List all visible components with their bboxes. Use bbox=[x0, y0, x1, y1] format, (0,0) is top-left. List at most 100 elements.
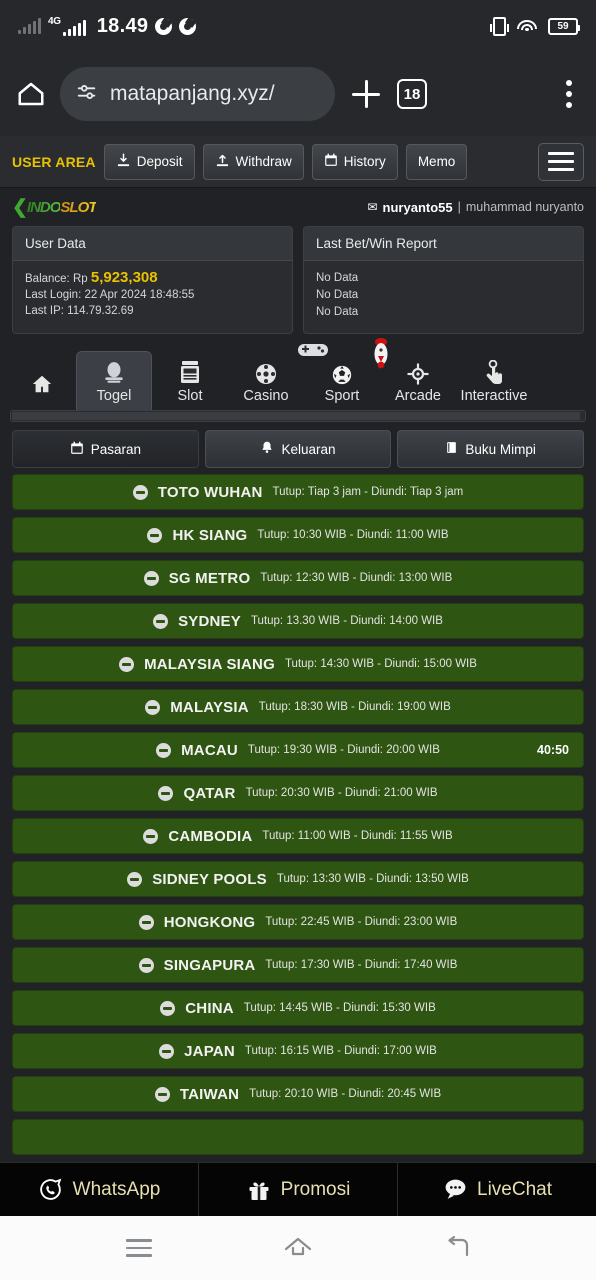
market-schedule: Tutup: 22:45 WIB - Diundi: 23:00 WIB bbox=[265, 916, 458, 928]
togel-icon bbox=[101, 358, 127, 386]
tab-sport[interactable]: Sport bbox=[298, 337, 388, 411]
market-row[interactable]: SYDNEY Tutup: 13.30 WIB - Diundi: 14:00 W… bbox=[12, 603, 584, 639]
promosi-button[interactable]: Promosi bbox=[199, 1163, 398, 1216]
market-name: CHINA bbox=[185, 999, 234, 1017]
chat-bubble-icon bbox=[442, 1177, 468, 1203]
market-row[interactable]: MALAYSIA SIANG Tutup: 14:30 WIB - Diundi:… bbox=[12, 646, 584, 682]
user-data-panel: User Data Balance: Rp 5,923,308 Last Log… bbox=[12, 226, 293, 334]
market-name: SINGAPURA bbox=[163, 956, 256, 974]
info-panels: User Data Balance: Rp 5,923,308 Last Log… bbox=[0, 222, 596, 334]
brand-row: ❮ INDO SLOT ✉ nuryanto55 | muhammad nury… bbox=[0, 188, 596, 222]
market-row[interactable]: CAMBODIA Tutup: 11:00 WIB - Diundi: 11:55… bbox=[12, 818, 584, 854]
hamburger-icon[interactable] bbox=[538, 142, 584, 181]
tab-slot[interactable]: Slot bbox=[152, 352, 228, 411]
last-ip-row: Last IP: 114.79.32.69 bbox=[25, 305, 134, 317]
deposit-button[interactable]: Deposit bbox=[103, 143, 195, 180]
market-row[interactable] bbox=[12, 1119, 584, 1155]
tab-sport-label: Sport bbox=[324, 387, 360, 404]
new-tab-button[interactable] bbox=[349, 77, 383, 111]
market-row[interactable]: QATAR Tutup: 20:30 WIB - Diundi: 21:00 WI… bbox=[12, 775, 584, 811]
last-bet-panel: Last Bet/Win Report No Data No Data No D… bbox=[303, 226, 584, 334]
kebab-menu-icon[interactable] bbox=[566, 80, 572, 108]
market-schedule: Tutup: 10:30 WIB - Diundi: 11:00 WIB bbox=[257, 529, 449, 541]
home-icon bbox=[31, 367, 53, 395]
market-name: MACAU bbox=[181, 741, 238, 759]
minus-circle-icon bbox=[158, 785, 174, 801]
signal-4g-icon: 4G bbox=[48, 15, 86, 36]
minus-circle-icon bbox=[127, 871, 143, 887]
market-row[interactable]: SINGAPURA Tutup: 17:30 WIB - Diundi: 17:4… bbox=[12, 947, 584, 983]
market-name: QATAR bbox=[183, 784, 236, 802]
back-icon[interactable] bbox=[440, 1231, 474, 1265]
market-row[interactable]: SIDNEY POOLS Tutup: 13:30 WIB - Diundi: 1… bbox=[12, 861, 584, 897]
tab-pasaran[interactable]: Pasaran bbox=[12, 430, 199, 468]
tab-interactive[interactable]: Interactive bbox=[456, 352, 532, 411]
account-info: ✉ nuryanto55 | muhammad nuryanto bbox=[367, 200, 584, 215]
market-row[interactable]: JAPAN Tutup: 16:15 WIB - Diundi: 17:00 WI… bbox=[12, 1033, 584, 1069]
status-bar-left: 4G 18.49 bbox=[18, 14, 197, 38]
tab-casino[interactable]: Casino bbox=[228, 352, 304, 411]
market-name: CAMBODIA bbox=[168, 827, 253, 845]
gift-icon bbox=[246, 1177, 272, 1203]
livechat-button[interactable]: LiveChat bbox=[398, 1163, 596, 1216]
home-icon[interactable] bbox=[16, 79, 46, 109]
market-schedule: Tutup: 16:15 WIB - Diundi: 17:00 WIB bbox=[244, 1045, 437, 1057]
deposit-icon bbox=[116, 153, 131, 171]
memo-button[interactable]: Memo bbox=[405, 143, 468, 180]
minus-circle-icon bbox=[119, 656, 135, 672]
market-row[interactable]: CHINA Tutup: 14:45 WIB - Diundi: 15:30 WI… bbox=[12, 990, 584, 1026]
market-row[interactable]: HONGKONG Tutup: 22:45 WIB - Diundi: 23:00… bbox=[12, 904, 584, 940]
minus-circle-icon bbox=[143, 828, 159, 844]
market-schedule: Tutup: 20:10 WIB - Diundi: 20:45 WIB bbox=[249, 1088, 442, 1100]
balance-label: Balance: Rp bbox=[25, 273, 88, 285]
minus-circle-icon bbox=[138, 914, 154, 930]
tab-counter-button[interactable]: 18 bbox=[397, 79, 427, 109]
market-row[interactable]: TOTO WUHAN Tutup: Tiap 3 jam - Diundi: Ti… bbox=[12, 474, 584, 510]
tab-keluaran[interactable]: Keluaran bbox=[204, 430, 392, 468]
market-row[interactable]: SG METRO Tutup: 12:30 WIB - Diundi: 13:00… bbox=[12, 560, 584, 596]
last-bet-row: No Data bbox=[316, 306, 359, 318]
home-icon[interactable] bbox=[281, 1231, 315, 1265]
balance-value: 5,923,308 bbox=[90, 269, 158, 286]
minus-circle-icon bbox=[143, 570, 159, 586]
tab-buku-mimpi[interactable]: Buku Mimpi bbox=[397, 430, 585, 468]
market-row[interactable]: HK SIANG Tutup: 10:30 WIB - Diundi: 11:00… bbox=[12, 517, 584, 553]
market-name: SYDNEY bbox=[178, 612, 241, 630]
market-countdown: 40:50 bbox=[537, 743, 569, 757]
status-bar-right: 59 bbox=[490, 16, 580, 36]
tab-togel[interactable]: Togel bbox=[76, 350, 152, 410]
url-bar[interactable]: matapanjang.xyz/ bbox=[60, 67, 335, 121]
tab-buku-mimpi-label: Buku Mimpi bbox=[465, 441, 536, 457]
status-bar-clock: 18.49 bbox=[96, 14, 149, 37]
site-logo[interactable]: ❮ INDO SLOT bbox=[12, 198, 97, 217]
tab-arcade[interactable]: Arcade bbox=[380, 352, 456, 411]
market-row[interactable]: TAIWAN Tutup: 20:10 WIB - Diundi: 20:45 W… bbox=[12, 1076, 584, 1112]
history-button[interactable]: History bbox=[311, 143, 398, 180]
sidebar-item-home[interactable] bbox=[8, 361, 76, 410]
history-label: History bbox=[343, 154, 386, 169]
soccer-ball-icon bbox=[331, 358, 353, 386]
market-name: TOTO WUHAN bbox=[157, 483, 263, 501]
minus-circle-icon bbox=[145, 699, 161, 715]
market-name: HONGKONG bbox=[163, 913, 256, 931]
market-schedule: Tutup: 14:45 WIB - Diundi: 15:30 WIB bbox=[243, 1002, 436, 1014]
market-schedule: Tutup: 19:30 WIB - Diundi: 20:00 WIB bbox=[247, 744, 440, 756]
market-schedule: Tutup: 13.30 WIB - Diundi: 14:00 WIB bbox=[250, 615, 443, 627]
recents-icon[interactable] bbox=[122, 1231, 156, 1265]
category-scrollbar[interactable] bbox=[10, 410, 586, 422]
tune-icon[interactable] bbox=[76, 81, 98, 108]
market-row[interactable]: MALAYSIA Tutup: 18:30 WIB - Diundi: 19:00… bbox=[12, 689, 584, 725]
market-row[interactable]: MACAU Tutup: 19:30 WIB - Diundi: 20:00 WI… bbox=[12, 732, 584, 768]
promosi-label: Promosi bbox=[280, 1178, 351, 1200]
last-login-row: Last Login: 22 Apr 2024 18:48:55 bbox=[25, 289, 195, 301]
envelope-icon[interactable]: ✉ bbox=[367, 200, 377, 214]
whatsapp-button[interactable]: WhatsApp bbox=[0, 1163, 199, 1216]
scrollbar-thumb[interactable] bbox=[12, 412, 581, 420]
network-type-label: 4G bbox=[48, 15, 61, 27]
withdraw-label: Withdraw bbox=[235, 154, 292, 169]
last-bet-row: No Data bbox=[316, 289, 359, 301]
category-nav: Togel Slot Casino Sport Arcade Interacti… bbox=[0, 334, 596, 422]
withdraw-button[interactable]: Withdraw bbox=[202, 143, 304, 180]
market-name: MALAYSIA bbox=[170, 698, 249, 716]
deposit-label: Deposit bbox=[136, 154, 183, 169]
